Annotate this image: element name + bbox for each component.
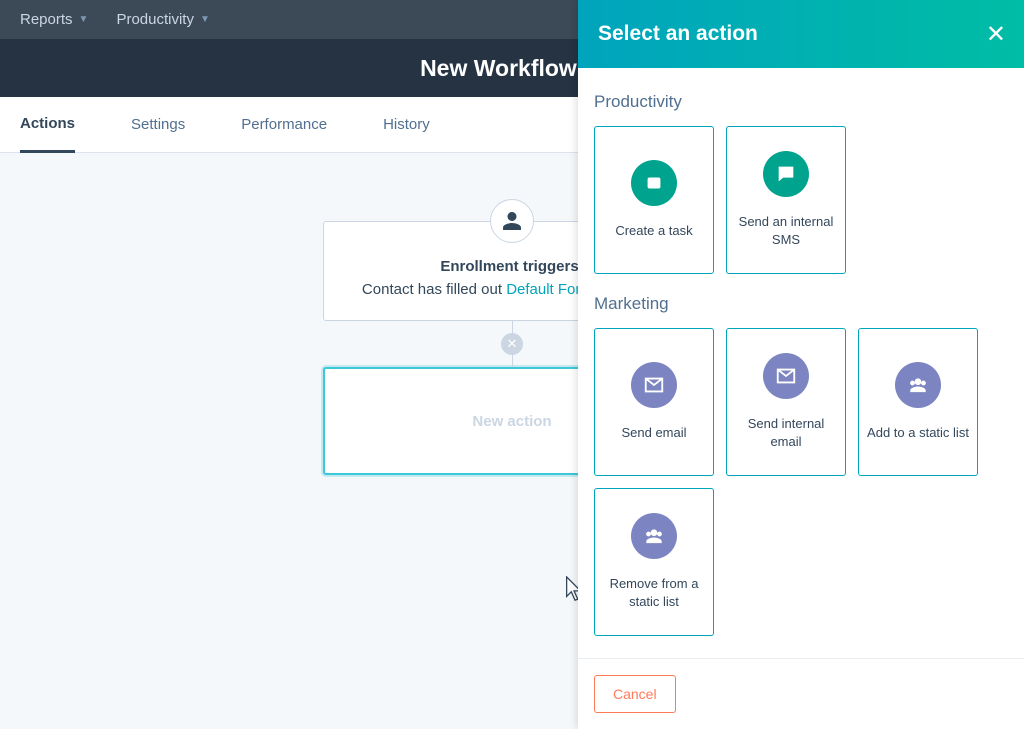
card-add-static-list[interactable]: Add to a static list <box>858 328 978 476</box>
panel-title: Select an action <box>598 22 758 46</box>
sms-icon <box>763 151 809 197</box>
panel-body: Productivity Create a task Send an inter… <box>578 68 1024 658</box>
card-label: Create a task <box>615 222 692 240</box>
section-title-marketing: Marketing <box>594 294 1008 314</box>
card-remove-static-list[interactable]: Remove from a static list <box>594 488 714 636</box>
mail-icon <box>763 353 809 399</box>
card-label: Remove from a static list <box>603 575 705 610</box>
connector-line: ✕ <box>512 321 513 367</box>
card-label: Send email <box>621 424 686 442</box>
card-label: Send internal email <box>735 415 837 450</box>
card-label: Add to a static list <box>867 424 969 442</box>
card-label: Send an internal SMS <box>735 213 837 248</box>
nav-item-label: Reports <box>20 11 73 28</box>
nav-item-reports[interactable]: Reports ▼ <box>20 11 88 28</box>
enrollment-avatar <box>490 199 534 243</box>
new-action-label: New action <box>472 413 551 430</box>
nav-item-productivity[interactable]: Productivity ▼ <box>116 11 209 28</box>
group-icon <box>895 362 941 408</box>
delete-node-button[interactable]: ✕ <box>501 333 523 355</box>
tab-performance[interactable]: Performance <box>241 98 327 151</box>
card-send-internal-sms[interactable]: Send an internal SMS <box>726 126 846 274</box>
panel-header: Select an action ✕ <box>578 0 1024 68</box>
mail-icon <box>631 362 677 408</box>
cancel-button[interactable]: Cancel <box>594 675 676 713</box>
close-icon[interactable]: ✕ <box>986 20 1006 49</box>
tab-settings[interactable]: Settings <box>131 98 185 151</box>
task-icon <box>631 160 677 206</box>
tab-actions[interactable]: Actions <box>20 97 75 153</box>
close-icon: ✕ <box>507 336 518 352</box>
panel-footer: Cancel <box>578 658 1024 729</box>
card-row-productivity: Create a task Send an internal SMS <box>594 126 1008 274</box>
card-create-task[interactable]: Create a task <box>594 126 714 274</box>
card-send-email[interactable]: Send email <box>594 328 714 476</box>
trigger-prefix: Contact has filled out <box>362 281 506 298</box>
person-icon <box>501 210 523 232</box>
nav-item-label: Productivity <box>116 11 194 28</box>
card-send-internal-email[interactable]: Send internal email <box>726 328 846 476</box>
tab-history[interactable]: History <box>383 98 430 151</box>
page-title: New Workflow <box>420 55 577 82</box>
action-panel: Select an action ✕ Productivity Create a… <box>578 0 1024 729</box>
chevron-down-icon: ▼ <box>200 14 210 25</box>
group-icon <box>631 513 677 559</box>
section-title-productivity: Productivity <box>594 92 1008 112</box>
chevron-down-icon: ▼ <box>79 14 89 25</box>
card-row-marketing: Send email Send internal email Add to a … <box>594 328 1008 636</box>
